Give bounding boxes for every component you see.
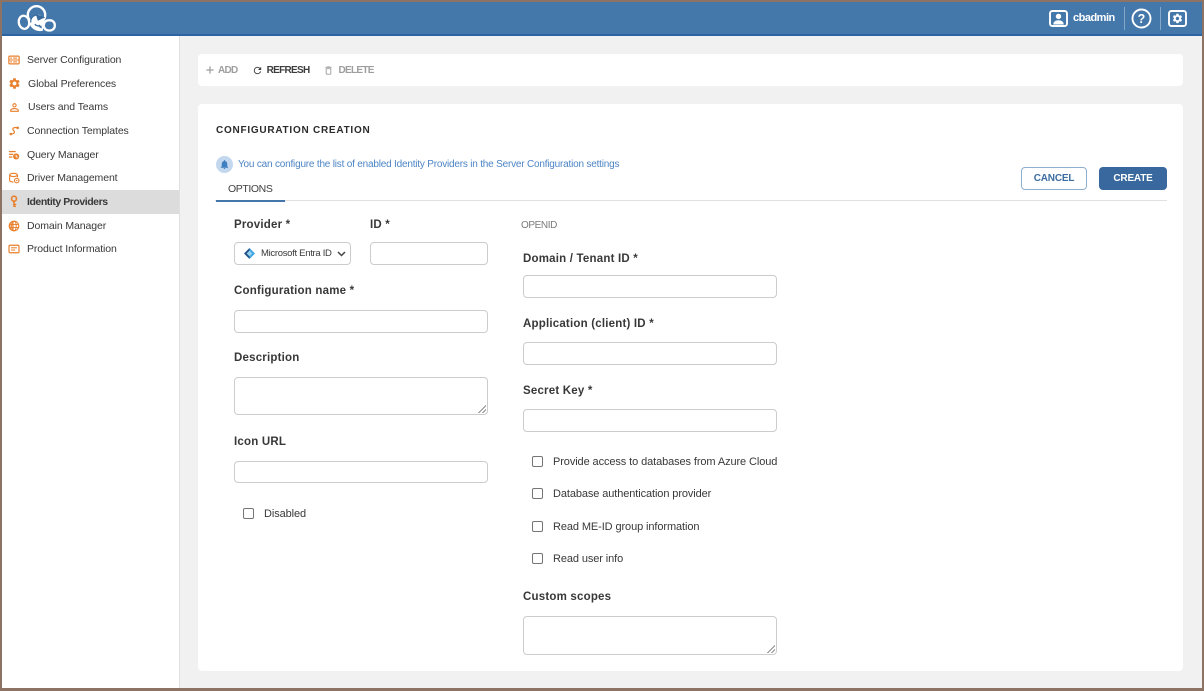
svg-text:?: ? (1138, 12, 1146, 26)
